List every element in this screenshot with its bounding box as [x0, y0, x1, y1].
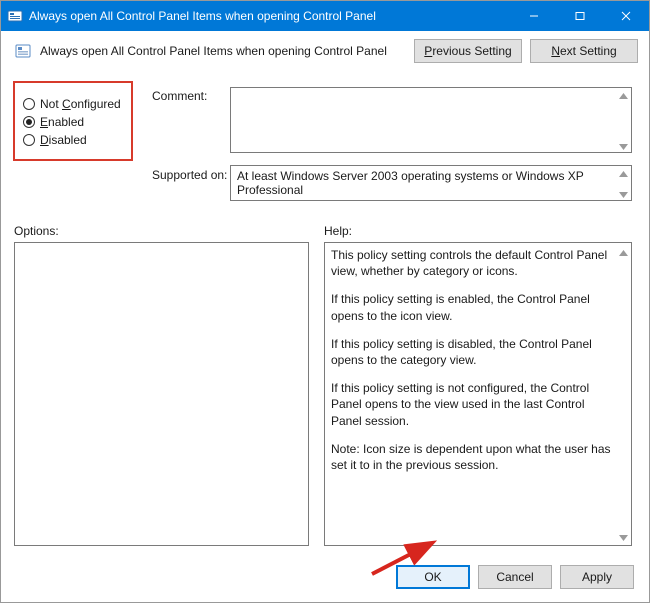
help-panel: This policy setting controls the default… [324, 242, 632, 546]
radio-not-configured[interactable]: Not Configured [23, 97, 123, 111]
radio-label: Disabled [40, 133, 87, 147]
supported-scrollbar[interactable] [618, 168, 629, 200]
supported-on-box: At least Windows Server 2003 operating s… [230, 165, 632, 201]
next-setting-button[interactable]: Next Setting [530, 39, 638, 63]
cancel-button[interactable]: Cancel [478, 565, 552, 589]
radio-label: Not Configured [40, 97, 121, 111]
options-label: Options: [14, 224, 59, 238]
help-text: If this policy setting is disabled, the … [331, 336, 617, 368]
comment-scrollbar[interactable] [618, 90, 629, 152]
comment-label: Comment: [152, 89, 207, 103]
help-scrollbar[interactable] [618, 247, 629, 543]
titlebar: Always open All Control Panel Items when… [1, 1, 649, 31]
help-label: Help: [324, 224, 352, 238]
radio-enabled[interactable]: Enabled [23, 115, 123, 129]
window-title: Always open All Control Panel Items when… [29, 9, 511, 23]
header-title: Always open All Control Panel Items when… [40, 44, 406, 58]
supported-on-label: Supported on: [152, 168, 227, 182]
help-text: Note: Icon size is dependent upon what t… [331, 441, 617, 473]
scroll-down-icon[interactable] [618, 189, 629, 200]
scroll-up-icon[interactable] [618, 247, 629, 258]
radio-icon [23, 116, 35, 128]
radio-icon [23, 98, 35, 110]
help-text: This policy setting controls the default… [331, 247, 617, 279]
supported-on-value: At least Windows Server 2003 operating s… [237, 169, 584, 197]
apply-button[interactable]: Apply [560, 565, 634, 589]
previous-setting-button[interactable]: Previous Setting [414, 39, 522, 63]
dialog-buttons: OK Cancel Apply [396, 565, 634, 589]
app-icon [7, 8, 23, 24]
scroll-up-icon[interactable] [618, 90, 629, 101]
scroll-up-icon[interactable] [618, 168, 629, 179]
close-button[interactable] [603, 1, 649, 31]
scroll-down-icon[interactable] [618, 141, 629, 152]
radio-label: Enabled [40, 115, 84, 129]
minimize-button[interactable] [511, 1, 557, 31]
policy-icon [14, 42, 32, 60]
help-text: If this policy setting is enabled, the C… [331, 291, 617, 323]
state-radio-group: Not Configured Enabled Disabled [13, 81, 133, 161]
scroll-down-icon[interactable] [618, 532, 629, 543]
help-text: If this policy setting is not configured… [331, 380, 617, 429]
radio-disabled[interactable]: Disabled [23, 133, 123, 147]
options-panel [14, 242, 309, 546]
radio-icon [23, 134, 35, 146]
header-row: Always open All Control Panel Items when… [2, 31, 648, 69]
comment-textarea[interactable] [230, 87, 632, 153]
ok-button[interactable]: OK [396, 565, 470, 589]
client-area: Always open All Control Panel Items when… [2, 31, 648, 601]
maximize-button[interactable] [557, 1, 603, 31]
